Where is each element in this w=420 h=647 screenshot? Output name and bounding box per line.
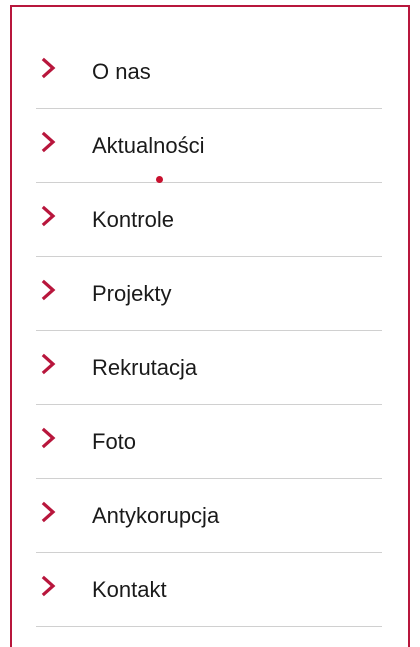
chevron-right-icon	[40, 131, 58, 153]
menu-item-label: Aktualności	[92, 133, 205, 158]
chevron-right-icon	[40, 427, 58, 449]
menu-item-label: Foto	[92, 429, 137, 454]
menu-item-projekty[interactable]: Projekty	[36, 257, 382, 331]
menu-item-label: Kontrole	[92, 207, 174, 232]
menu-item-o-nas[interactable]: O nas	[36, 35, 382, 109]
menu-item-label: Antykorupcja	[92, 503, 220, 528]
menu-item-label: Kontakt	[92, 577, 167, 602]
chevron-right-icon	[40, 575, 58, 597]
menu-item-rekrutacja[interactable]: Rekrutacja	[36, 331, 382, 405]
menu-item-kontakt[interactable]: Kontakt	[36, 553, 382, 627]
chevron-right-icon	[40, 205, 58, 227]
navigation-menu-panel: O nas Aktualności Kontrole Projekty Rekr…	[10, 5, 410, 647]
navigation-menu-list: O nas Aktualności Kontrole Projekty Rekr…	[36, 35, 382, 627]
chevron-right-icon	[40, 501, 58, 523]
chevron-right-icon	[40, 57, 58, 79]
menu-item-label: Projekty	[92, 281, 172, 306]
chevron-right-icon	[40, 279, 58, 301]
chevron-right-icon	[40, 353, 58, 375]
pointer-dot	[156, 176, 163, 183]
menu-item-foto[interactable]: Foto	[36, 405, 382, 479]
menu-item-kontrole[interactable]: Kontrole	[36, 183, 382, 257]
menu-item-aktualnosci[interactable]: Aktualności	[36, 109, 382, 183]
menu-item-antykorupcja[interactable]: Antykorupcja	[36, 479, 382, 553]
menu-item-label: Rekrutacja	[92, 355, 198, 380]
menu-item-label: O nas	[92, 59, 151, 84]
